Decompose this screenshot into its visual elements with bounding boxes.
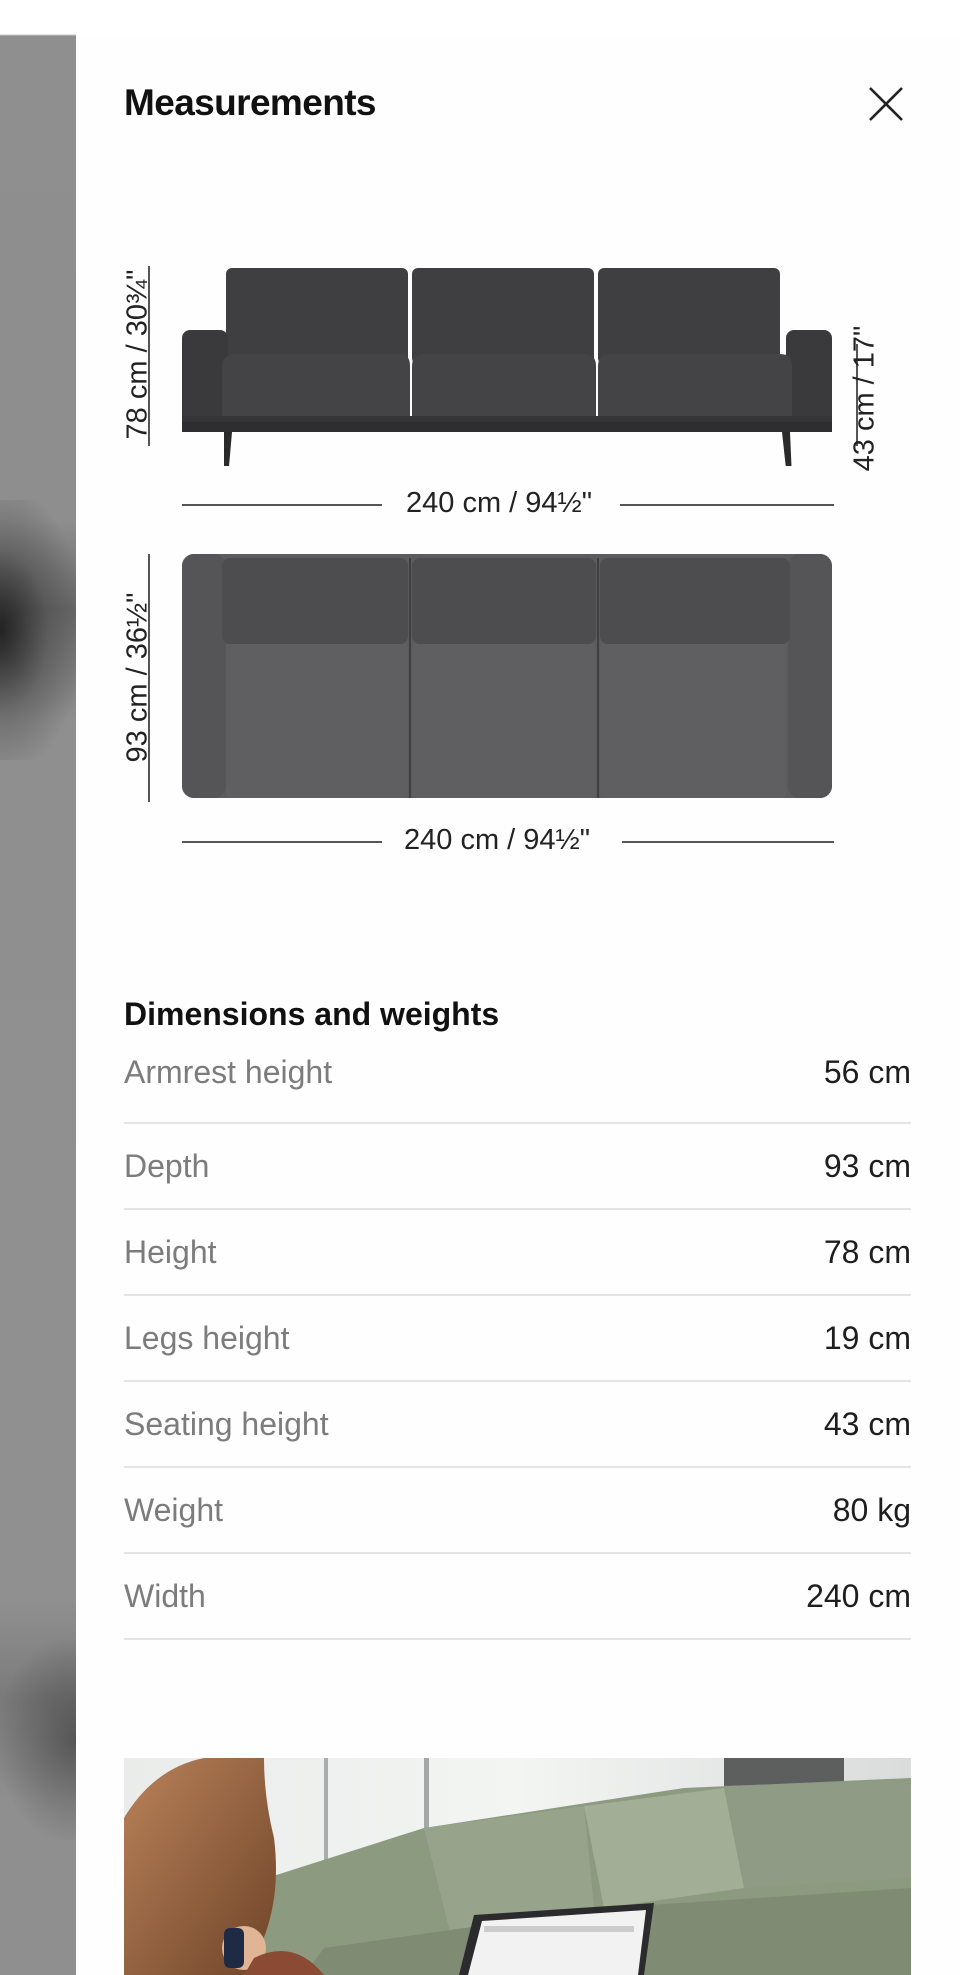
dimensions-title: Dimensions and weights	[124, 996, 500, 1032]
table-row: Depth 93 cm	[124, 1124, 911, 1210]
backdrop-shadow-lower	[0, 1640, 76, 1840]
depth-dimension-label: 93 cm / 36½"	[121, 592, 154, 763]
sofa-diagram: 78 cm / 30¾" 43 cm / 17" 240 cm / 94½" 9…	[76, 36, 960, 896]
seat-height-dimension-label: 43 cm / 17"	[848, 325, 881, 472]
spec-label: Weight	[124, 1491, 224, 1528]
dimensions-table: Armrest height 56 cm Depth 93 cm Height …	[124, 1054, 911, 1640]
front-width-line-right	[620, 504, 834, 506]
table-row: Width 240 cm	[124, 1554, 911, 1640]
table-row: Seating height 43 cm	[124, 1382, 911, 1468]
sofa-top-view-image	[182, 554, 832, 798]
table-row: Legs height 19 cm	[124, 1296, 911, 1382]
spec-label: Width	[124, 1577, 206, 1614]
lifestyle-photo	[124, 1758, 911, 1975]
table-row: Weight 80 kg	[124, 1468, 911, 1554]
spec-value: 56 cm	[823, 1054, 911, 1090]
sofa-front-view-image	[182, 268, 832, 466]
spec-value: 240 cm	[806, 1577, 911, 1614]
measurements-panel: Measurements 78 cm / 30¾" 43 cm / 17" 24…	[76, 36, 960, 1975]
spec-label: Armrest height	[124, 1054, 333, 1090]
front-width-label: 240 cm / 94½"	[406, 487, 593, 519]
table-row: Armrest height 56 cm	[124, 1054, 911, 1124]
spec-label: Depth	[124, 1147, 210, 1184]
spec-label: Legs height	[124, 1319, 290, 1356]
spec-value: 93 cm	[823, 1147, 911, 1184]
backdrop-shadow	[0, 500, 76, 760]
top-width-line-right	[622, 841, 834, 843]
top-width-label: 240 cm / 94½"	[404, 824, 591, 856]
front-width-line-left	[182, 504, 382, 506]
spec-value: 80 kg	[832, 1491, 911, 1528]
top-width-line-left	[182, 841, 382, 843]
table-row: Height 78 cm	[124, 1210, 911, 1296]
height-dimension-label: 78 cm / 30¾"	[121, 269, 154, 440]
spec-value: 19 cm	[823, 1319, 911, 1356]
page-backdrop	[0, 0, 76, 1975]
spec-label: Height	[124, 1233, 217, 1270]
spec-value: 78 cm	[823, 1233, 911, 1270]
spec-value: 43 cm	[823, 1405, 911, 1442]
spec-label: Seating height	[124, 1405, 329, 1442]
